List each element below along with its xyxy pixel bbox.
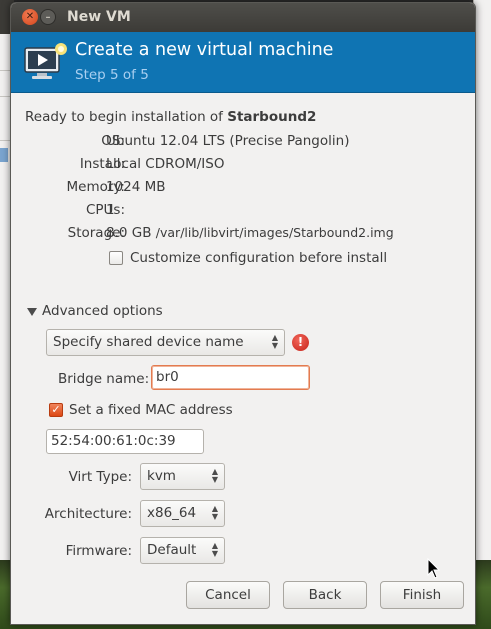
combo-arrows-icon: ▲ ▼ [211, 541, 218, 558]
minimize-icon[interactable]: – [40, 9, 56, 25]
background-selection [0, 148, 8, 162]
ready-text: Ready to begin installation of Starbound… [25, 109, 316, 125]
virt-type-select[interactable]: kvm ▲ ▼ [140, 463, 225, 490]
combo-arrows-icon: ▲ ▼ [271, 333, 278, 350]
customize-checkbox[interactable] [109, 251, 123, 265]
ready-prefix: Ready to begin installation of [25, 109, 223, 125]
mac-address-input[interactable]: 52:54:00:61:0c:39 [46, 429, 204, 454]
storage-size: 8.0 GB [106, 225, 152, 241]
fixed-mac-label[interactable]: Set a fixed MAC address [69, 402, 233, 418]
finish-button[interactable]: Finish [380, 581, 464, 609]
network-source-select[interactable]: Specify shared device name ▲ ▼ [46, 329, 285, 356]
firmware-label: Firmware: [65, 543, 132, 559]
firmware-select[interactable]: Default ▲ ▼ [140, 537, 225, 564]
expander-arrow-icon[interactable] [27, 308, 37, 316]
combo-arrows-icon: ▲ ▼ [211, 504, 218, 521]
firmware-value: Default [147, 542, 197, 558]
virtual-machine-icon [24, 43, 67, 79]
architecture-label: Architecture: [44, 506, 132, 522]
error-icon: ! [292, 334, 309, 351]
architecture-value: x86_64 [147, 505, 197, 521]
bridge-name-input[interactable]: br0 [151, 365, 310, 390]
vm-name: Starbound2 [227, 109, 317, 125]
window-title: New VM [67, 9, 131, 25]
cpus-value: 1 [106, 202, 115, 218]
banner-title: Create a new virtual machine [75, 40, 334, 60]
bridge-name-label: Bridge name: [58, 371, 150, 387]
storage-value: 8.0 GB /var/lib/libvirt/images/Starbound… [106, 225, 394, 241]
customize-label[interactable]: Customize configuration before install [130, 250, 387, 266]
os-value: Ubuntu 12.04 LTS (Precise Pangolin) [106, 133, 350, 149]
cancel-button[interactable]: Cancel [186, 581, 270, 609]
combo-arrows-icon: ▲ ▼ [211, 467, 218, 484]
advanced-options-expander[interactable]: Advanced options [42, 303, 163, 319]
titlebar: ✕ – New VM [11, 3, 475, 32]
header-banner: Create a new virtual machine Step 5 of 5 [11, 32, 475, 93]
fixed-mac-checkbox[interactable]: ✓ [49, 403, 63, 417]
architecture-select[interactable]: x86_64 ▲ ▼ [140, 500, 225, 527]
close-icon[interactable]: ✕ [22, 9, 38, 25]
memory-value: 1024 MB [106, 179, 166, 195]
mouse-cursor-icon [427, 558, 441, 579]
virt-type-label: Virt Type: [68, 469, 132, 485]
install-value: Local CDROM/ISO [106, 156, 225, 172]
back-button[interactable]: Back [283, 581, 367, 609]
network-source-value: Specify shared device name [53, 334, 244, 350]
storage-path: /var/lib/libvirt/images/Starbound2.img [155, 225, 394, 240]
new-vm-dialog: ✕ – New VM Create a new virtual machine … [10, 2, 476, 625]
virt-type-value: kvm [147, 468, 176, 484]
banner-step: Step 5 of 5 [75, 67, 149, 83]
